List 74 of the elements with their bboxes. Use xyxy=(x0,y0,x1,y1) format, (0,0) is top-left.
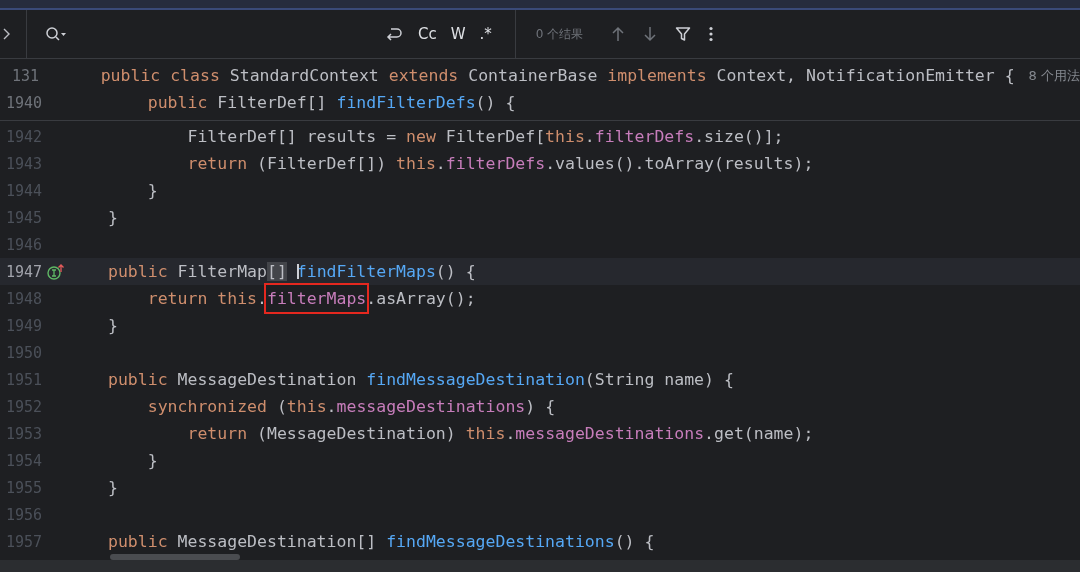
keyword: public class xyxy=(100,66,221,85)
keyword: return xyxy=(186,424,249,443)
method-name: findFilterDefs xyxy=(336,93,476,112)
code-text: [] xyxy=(266,262,287,281)
keyword: this xyxy=(465,424,506,443)
line-number: 131 xyxy=(10,66,39,85)
method-name: findFilterMaps xyxy=(295,262,436,281)
search-option-toggle[interactable]: .* xyxy=(474,23,497,45)
field-name: messageDestinations xyxy=(336,397,526,416)
code-text: } xyxy=(108,478,118,497)
keyword: public xyxy=(108,370,169,389)
implements-icon[interactable] xyxy=(47,263,65,280)
keyword: new xyxy=(406,127,437,146)
chevron-right-icon[interactable] xyxy=(2,28,10,40)
results-count: 0 个结果 xyxy=(535,25,584,43)
code-text: (FilterDef[]) xyxy=(257,154,388,173)
code-text: . xyxy=(584,127,595,146)
code-text: ( xyxy=(276,397,287,416)
code-text: } xyxy=(146,181,158,200)
code-text: FilterDef[] results = xyxy=(186,127,398,146)
method-name: findMessageDestination xyxy=(366,370,585,389)
keyword: public xyxy=(108,532,169,551)
keyword: this xyxy=(396,154,436,173)
keyword: this xyxy=(286,397,327,416)
arrow-down-icon[interactable] xyxy=(643,26,658,42)
search-option-toggle[interactable]: W xyxy=(445,23,471,45)
code-text: FilterDef[ xyxy=(445,127,546,146)
code-text: . xyxy=(505,424,516,443)
usages-hint[interactable]: 8 个用法 xyxy=(1028,66,1080,85)
code-text: . xyxy=(326,397,337,416)
code-text: } xyxy=(146,451,158,470)
code-text: .size()]; xyxy=(694,127,784,146)
code-text: FilterDef[] xyxy=(217,93,328,112)
code-text: () { xyxy=(475,93,516,112)
field-name: messageDestinations xyxy=(515,424,705,443)
code-text: ContainerBase xyxy=(468,66,599,85)
keyword: public xyxy=(108,262,169,281)
keyword: this xyxy=(545,127,585,146)
keyword: public xyxy=(146,93,209,112)
code-text: .get(name); xyxy=(704,424,814,443)
code-text: (String name) { xyxy=(584,370,734,389)
wrap-icon[interactable] xyxy=(385,26,403,42)
code-text: . xyxy=(435,154,446,173)
search-icon[interactable] xyxy=(45,26,67,42)
code-text: .values().toArray(results); xyxy=(545,154,814,173)
keyword: extends xyxy=(388,66,460,85)
keyword: synchronized xyxy=(146,397,268,416)
code-text: Context, NotificationEmitter { xyxy=(716,66,1015,85)
arrow-up-icon[interactable] xyxy=(611,26,626,42)
code-text: .asArray(); xyxy=(366,289,476,308)
field-name: filterDefs xyxy=(594,127,695,146)
code-text: () { xyxy=(614,532,655,551)
method-name: findMessageDestinations xyxy=(386,532,615,551)
line-number: 1940 xyxy=(4,93,42,112)
search-option-toggle[interactable]: Cc xyxy=(413,23,442,45)
code-text: () { xyxy=(435,262,476,281)
keyword: return xyxy=(186,154,249,173)
code-text: StandardContext xyxy=(229,66,380,85)
code-text: MessageDestination xyxy=(177,370,358,389)
filter-icon[interactable] xyxy=(675,26,692,42)
field-name: filterMaps xyxy=(266,286,367,311)
code-text: } xyxy=(108,316,118,335)
code-text: MessageDestination[] xyxy=(177,532,378,551)
code-text: . xyxy=(257,289,267,308)
code-text: FilterMap xyxy=(177,262,267,281)
more-icon[interactable] xyxy=(709,26,714,42)
field-name: filterDefs xyxy=(445,154,546,173)
code-text: ) { xyxy=(525,397,556,416)
horizontal-scrollbar[interactable] xyxy=(110,554,240,560)
code-text: (MessageDestination) xyxy=(257,424,457,443)
code-text: } xyxy=(108,208,118,227)
keyword: implements xyxy=(607,66,708,85)
line-number: 1947 xyxy=(4,262,42,281)
keyword: return this xyxy=(146,289,257,308)
